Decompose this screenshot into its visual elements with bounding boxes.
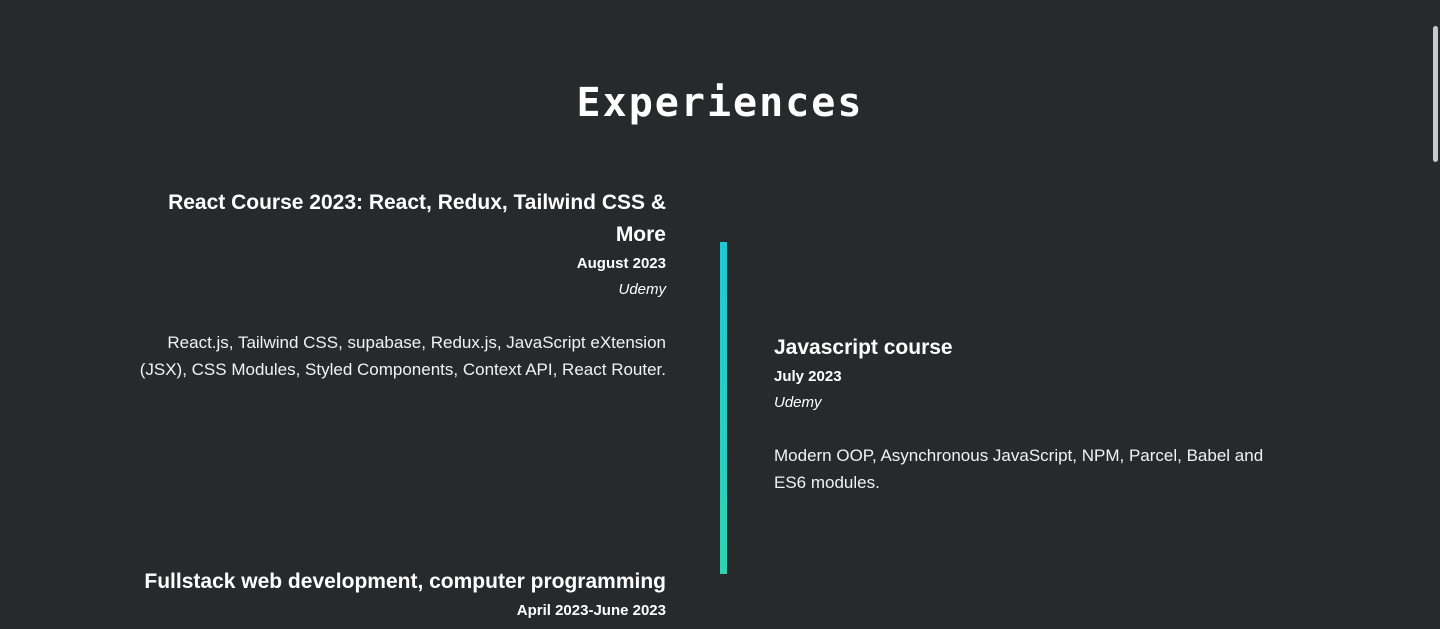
- timeline-line: [720, 242, 727, 574]
- experience-entry-fullstack: Fullstack web development, computer prog…: [136, 566, 666, 622]
- experience-entry-react-course: React Course 2023: React, Redux, Tailwin…: [136, 187, 666, 383]
- experience-entry-javascript-course: Javascript course July 2023 Udemy Modern…: [774, 332, 1294, 496]
- experience-date: April 2023-June 2023: [516, 602, 666, 619]
- experience-description: React.js, Tailwind CSS, supabase, Redux.…: [139, 333, 666, 379]
- experience-date: July 2023: [774, 368, 842, 385]
- page-scrollbar[interactable]: [1430, 0, 1440, 629]
- experiences-page: Experiences React Course 2023: React, Re…: [0, 0, 1440, 629]
- experience-title: React Course 2023: React, Redux, Tailwin…: [168, 191, 666, 246]
- experience-provider: Udemy: [774, 394, 822, 411]
- experience-title: Javascript course: [774, 336, 953, 359]
- section-title: Experiences: [576, 80, 864, 126]
- experience-date: August 2023: [576, 255, 666, 272]
- experience-provider: Udemy: [618, 281, 666, 298]
- experience-description: Modern OOP, Asynchronous JavaScript, NPM…: [774, 446, 1264, 492]
- experience-title: Fullstack web development, computer prog…: [144, 570, 666, 593]
- scrollbar-thumb[interactable]: [1433, 26, 1438, 162]
